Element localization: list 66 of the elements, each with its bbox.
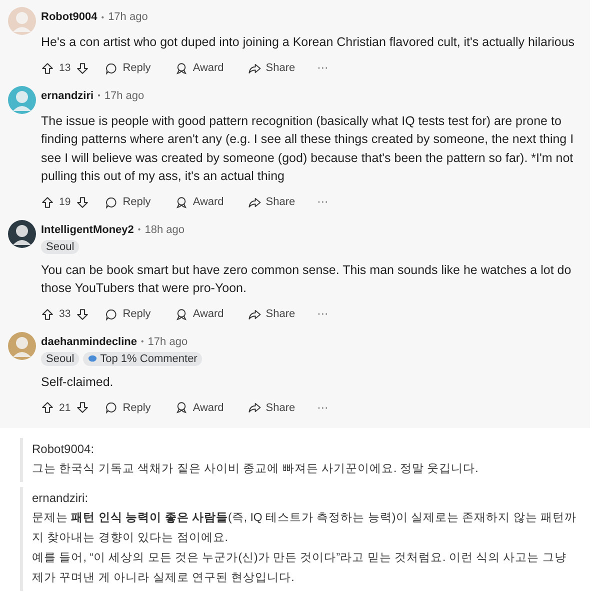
username[interactable]: ernandziri (41, 90, 94, 102)
speech-bubble-icon (104, 308, 118, 320)
upvote-icon[interactable] (41, 62, 54, 74)
award-icon (174, 196, 188, 208)
action-button[interactable]: Reply (96, 58, 159, 78)
avatar[interactable] (8, 220, 36, 248)
action-button[interactable]: Share (240, 304, 304, 324)
separator-dot: • (101, 12, 104, 22)
action-button[interactable]: Share (240, 58, 304, 78)
more-button[interactable]: ··· (311, 306, 334, 322)
downvote-icon[interactable] (76, 196, 89, 208)
action-button[interactable]: Reply (96, 397, 159, 418)
action-button[interactable]: Share (240, 192, 304, 212)
downvote-icon[interactable] (76, 62, 89, 74)
share-icon (248, 196, 261, 208)
more-button[interactable]: ··· (311, 400, 334, 416)
separator-dot: • (140, 337, 144, 346)
upvote-icon[interactable] (41, 196, 54, 208)
share-icon (248, 308, 261, 320)
speech-bubble-icon (104, 401, 118, 414)
quote-author: ernandziri: (32, 490, 90, 507)
action-button[interactable]: Award (166, 304, 232, 324)
award-icon (174, 401, 188, 414)
award-icon (174, 308, 188, 320)
vote-count: 33 (59, 308, 71, 320)
username[interactable]: IntelligentMoney2 (41, 224, 134, 236)
award-icon (174, 62, 188, 74)
username[interactable]: daehanmindecline (41, 336, 137, 348)
user-flair: Seoul (41, 240, 80, 254)
quote-text: 그는 한국식 기독교 색채가 짙은 사이비 종교에 빠져든 사기꾼이에요. 정말 웃깁니다. (32, 462, 480, 477)
vote-count: 13 (59, 62, 71, 74)
comment-text: You can be book smart but have zero common sense. This man sounds like he watches a lot do those YouTubers that were pro-Yoon. (41, 262, 572, 297)
speech-bubble-icon (104, 196, 118, 208)
action-button[interactable]: Award (166, 192, 232, 212)
comment-text: The issue is people with good pattern recognition (basically what IQ tests test for) are prone to finding patterns where aren't any (e.g. I see all these things created by someone, the next thing I see I will believe was created by someone (god) because that's been the pattern so far). *I'm not pulling this out of my ass, it's an actual thing (41, 112, 575, 185)
upvote-icon[interactable] (41, 308, 54, 320)
vote-count: 19 (59, 196, 71, 208)
more-button[interactable]: ··· (311, 194, 334, 210)
more-button[interactable]: ··· (311, 60, 334, 76)
timestamp: 17h ago (104, 90, 144, 102)
separator-dot: • (98, 91, 100, 100)
user-flair: Seoul (41, 352, 80, 366)
share-icon (248, 401, 261, 414)
speech-bubble-icon (104, 62, 118, 74)
action-button[interactable]: Reply (96, 304, 159, 324)
comment-text: Self-claimed. (41, 374, 114, 390)
comment-text: He's a con artist who got duped into joining a Korean Christian flavored cult, it's actually hilarious (41, 34, 576, 51)
timestamp: 17h ago (148, 336, 188, 348)
achievement-flair: Top 1% Commenter (83, 352, 202, 366)
chat-bubble-icon (88, 354, 98, 363)
quote-author: Robot9004: (32, 441, 96, 458)
separator-dot: • (138, 225, 141, 234)
upvote-icon[interactable] (41, 401, 54, 414)
quote-text: 문제는 패턴 인식 능력이 좋은 사람들(즉, IQ 테스트가 측정하는 능력)이 실제로는 존재하지 않는 패턴까지 찾아내는 경향이 있다는 점이에요. (32, 511, 578, 546)
action-button[interactable]: Reply (96, 192, 159, 212)
downvote-icon[interactable] (76, 308, 89, 320)
timestamp: 17h ago (108, 11, 148, 23)
downvote-icon[interactable] (76, 401, 89, 414)
username[interactable]: Robot9004 (41, 11, 98, 23)
vote-count: 21 (59, 402, 71, 414)
timestamp: 18h ago (144, 224, 184, 236)
action-button[interactable]: Award (166, 397, 232, 418)
share-icon (248, 62, 261, 74)
action-button[interactable]: Share (240, 397, 304, 418)
action-button[interactable]: Award (166, 58, 232, 78)
quote-text: 예를 들어, “이 세상의 모든 것은 누군가(신)가 만든 것이다”라고 믿는 것처럼요. 이런 식의 사고는 그냥 제가 꾸며낸 게 아니라 실제로 연구된 현상입니다. (32, 551, 568, 586)
